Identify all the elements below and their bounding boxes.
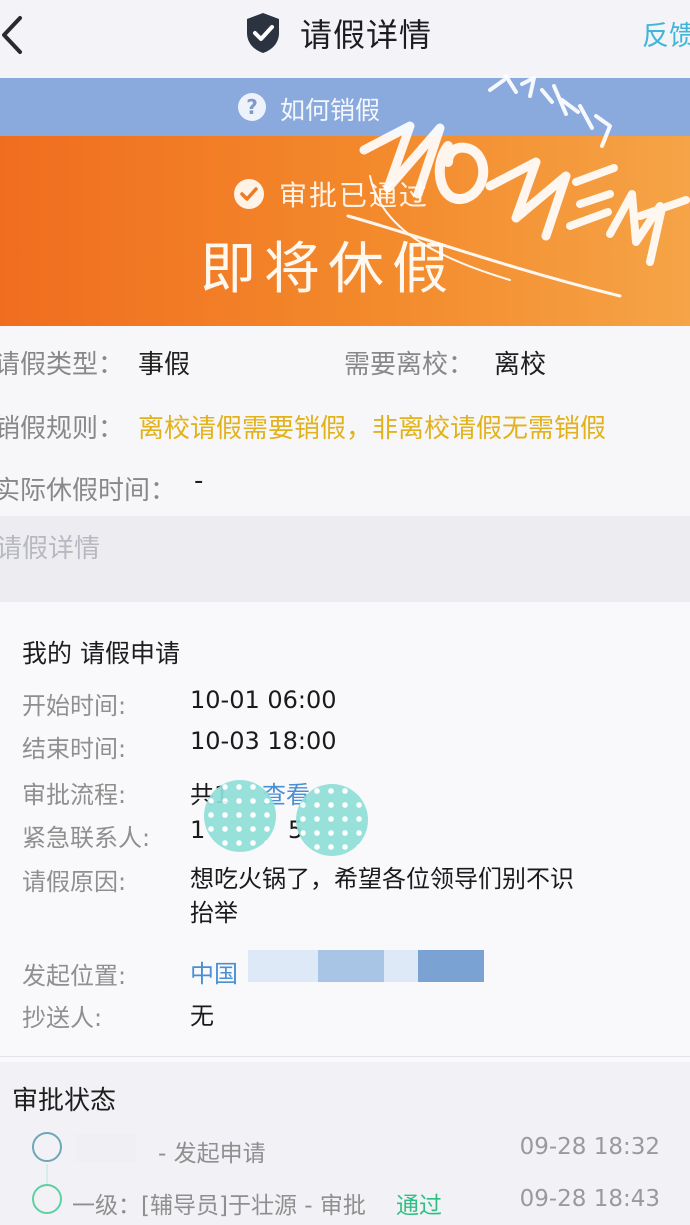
- timeline-connector: [46, 1164, 48, 1186]
- moment-sticker-overlay: [346, 74, 690, 298]
- check-circle-icon: [234, 179, 264, 209]
- back-arrow-icon[interactable]: [0, 10, 32, 60]
- location-redaction: [418, 950, 484, 982]
- timeline-node-icon: [32, 1184, 62, 1214]
- actual-leave-time-label: 实际休假时间：: [0, 476, 177, 506]
- shield-check-icon: [247, 13, 279, 53]
- location-redaction: [318, 950, 384, 982]
- feedback-link[interactable]: 反馈: [642, 14, 690, 53]
- leave-type-label: 请假类型：: [0, 350, 125, 380]
- cc-value: 无: [190, 1002, 214, 1030]
- application-title: 我的 请假申请: [22, 639, 180, 668]
- approval-process-label: 审批流程:: [22, 781, 127, 809]
- leave-detail-page: 请假详情 反馈 ? 如何销假 审批已通过 即将休假 请假类型： 事假 需要离校：…: [0, 0, 690, 1225]
- question-icon: ?: [238, 93, 266, 121]
- start-time-value: 10-01 06:00: [190, 686, 337, 714]
- leave-school-value: 离校: [494, 350, 547, 380]
- location-redaction: [384, 950, 418, 982]
- privacy-blur-sticker: [296, 784, 368, 856]
- end-time-value: 10-03 18:00: [190, 727, 337, 755]
- emergency-contact-label: 紧急联系人:: [22, 824, 151, 852]
- timeline-step-time: 09-28 18:43: [519, 1186, 660, 1212]
- start-time-label: 开始时间:: [22, 692, 127, 720]
- page-title-group: 请假详情: [244, 10, 432, 56]
- cancel-rule-value: 离校请假需要销假，非离校请假无需销假: [138, 414, 607, 444]
- leave-school-label: 需要离校：: [344, 350, 475, 380]
- timeline-step-result: 通过: [396, 1193, 442, 1219]
- actual-leave-time-value: -: [194, 466, 204, 496]
- leave-type-value: 事假: [138, 350, 191, 380]
- end-time-label: 结束时间:: [22, 735, 127, 763]
- section-header-title: 请假详情: [0, 534, 101, 564]
- applicant-name-redaction: [76, 1134, 136, 1162]
- timeline-node-icon: [32, 1132, 62, 1162]
- location-label: 发起位置:: [22, 962, 127, 990]
- emergency-contact-value: 1: [190, 816, 206, 844]
- timeline-step-text: 一级：[辅导员]于壮源 - 审批: [72, 1193, 366, 1219]
- timeline-step-text: - 发起申请: [158, 1141, 266, 1167]
- leave-reason-value: 想吃火锅了，希望各位领导们别不识抬举: [190, 865, 574, 927]
- cc-label: 抄送人:: [22, 1004, 103, 1032]
- privacy-blur-sticker: [204, 780, 276, 852]
- section-header: [0, 516, 690, 602]
- cancel-rule-label: 销假规则：: [0, 414, 125, 444]
- leave-reason-label: 请假原因:: [22, 868, 127, 896]
- page-title: 请假详情: [300, 16, 433, 54]
- location-redaction: [248, 950, 320, 982]
- section-divider: [0, 1056, 690, 1057]
- approval-status-title: 审批状态: [12, 1086, 117, 1116]
- timeline-step-time: 09-28 18:32: [519, 1134, 660, 1160]
- location-value: 中国: [190, 960, 238, 988]
